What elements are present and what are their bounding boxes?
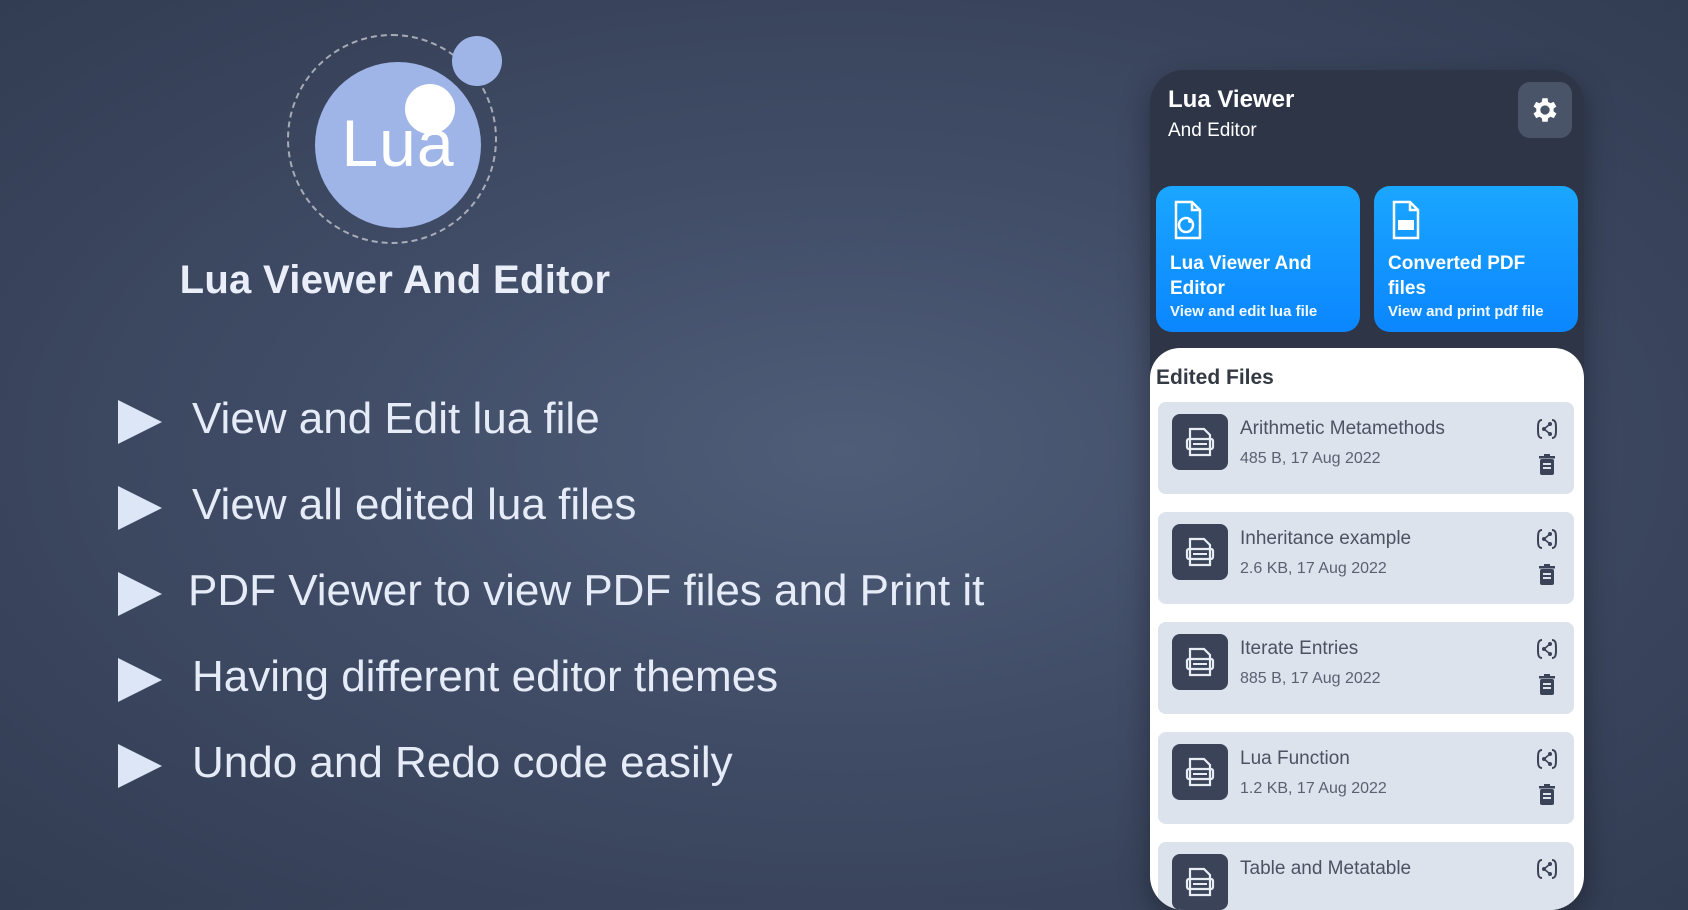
code-file-icon: [1172, 634, 1228, 690]
file-list-item[interactable]: Lua Function 1.2 KB, 17 Aug 2022: [1158, 732, 1574, 824]
delete-button[interactable]: [1536, 562, 1558, 588]
card-title: Converted PDF files: [1388, 253, 1526, 299]
feature-text: Having different editor themes: [192, 652, 779, 701]
share-icon: [1537, 419, 1557, 439]
card-description: View and edit lua file: [1170, 303, 1318, 320]
card-description: View and print pdf file: [1388, 303, 1544, 320]
file-meta: 1.2 KB, 17 Aug 2022: [1240, 780, 1387, 797]
share-button[interactable]: [1532, 854, 1562, 884]
code-file-icon: [1172, 854, 1228, 910]
promo-app-title: Lua Viewer And Editor: [179, 258, 611, 302]
trash-icon: [1539, 564, 1555, 585]
code-file-icon: [1172, 744, 1228, 800]
play-bullet-icon: [118, 744, 162, 788]
lua-file-icon: [1174, 200, 1202, 240]
file-name: Arithmetic Metamethods: [1240, 418, 1445, 439]
play-bullet-icon: [118, 486, 162, 530]
play-bullet-icon: [118, 400, 162, 444]
file-name: Inheritance example: [1240, 528, 1412, 549]
file-name: Table and Metatable: [1240, 858, 1412, 879]
delete-button[interactable]: [1536, 672, 1558, 698]
delete-button[interactable]: [1536, 452, 1558, 478]
app-header-title: Lua Viewer: [1168, 86, 1295, 113]
card-title: Lua Viewer And Editor: [1170, 253, 1312, 299]
lua-editor-card[interactable]: Lua Viewer And Editor View and edit lua …: [1156, 186, 1360, 332]
app-header-subtitle: And Editor: [1168, 120, 1257, 141]
trash-icon: [1539, 674, 1555, 695]
file-list-item[interactable]: Arithmetic Metamethods 485 B, 17 Aug 202…: [1158, 402, 1574, 494]
code-file-icon: [1172, 524, 1228, 580]
share-button[interactable]: [1532, 524, 1562, 554]
logo-text: Lua: [341, 106, 455, 180]
share-icon: [1537, 529, 1557, 549]
gear-icon: [1533, 98, 1557, 122]
feature-text: View and Edit lua file: [192, 394, 600, 443]
file-list-item[interactable]: Iterate Entries 885 B, 17 Aug 2022: [1158, 622, 1574, 714]
file-name: Lua Function: [1240, 748, 1350, 769]
share-icon: [1537, 749, 1557, 769]
share-button[interactable]: [1532, 414, 1562, 444]
edited-files-panel: Edited Files Arithmetic Metamethods 485 …: [1150, 348, 1584, 910]
share-button[interactable]: [1532, 744, 1562, 774]
trash-icon: [1539, 454, 1555, 475]
file-name: Iterate Entries: [1240, 638, 1359, 659]
lua-logo: Lua: [287, 32, 507, 252]
pdf-files-card[interactable]: Converted PDF files View and print pdf f…: [1374, 186, 1578, 332]
file-meta: 885 B, 17 Aug 2022: [1240, 670, 1381, 687]
file-meta: 485 B, 17 Aug 2022: [1240, 450, 1381, 467]
phone-mockup: Lua Viewer And Editor Lua Viewer And Edi…: [1150, 70, 1584, 910]
trash-icon: [1539, 784, 1555, 805]
play-bullet-icon: [118, 572, 162, 616]
pdf-file-icon: [1392, 200, 1420, 240]
feature-text: PDF Viewer to view PDF files and Print i…: [188, 566, 985, 615]
logo-orbit-moon: [452, 36, 502, 86]
play-bullet-icon: [118, 658, 162, 702]
file-meta: 2.6 KB, 17 Aug 2022: [1240, 560, 1387, 577]
settings-button[interactable]: [1518, 82, 1572, 138]
share-icon: [1537, 639, 1557, 659]
file-list-item[interactable]: Inheritance example 2.6 KB, 17 Aug 2022: [1158, 512, 1574, 604]
feature-text: View all edited lua files: [192, 480, 637, 529]
feature-text: Undo and Redo code easily: [192, 738, 733, 787]
share-button[interactable]: [1532, 634, 1562, 664]
code-file-icon: [1172, 414, 1228, 470]
edited-files-title: Edited Files: [1156, 366, 1274, 389]
share-icon: [1537, 859, 1557, 879]
delete-button[interactable]: [1536, 782, 1558, 808]
